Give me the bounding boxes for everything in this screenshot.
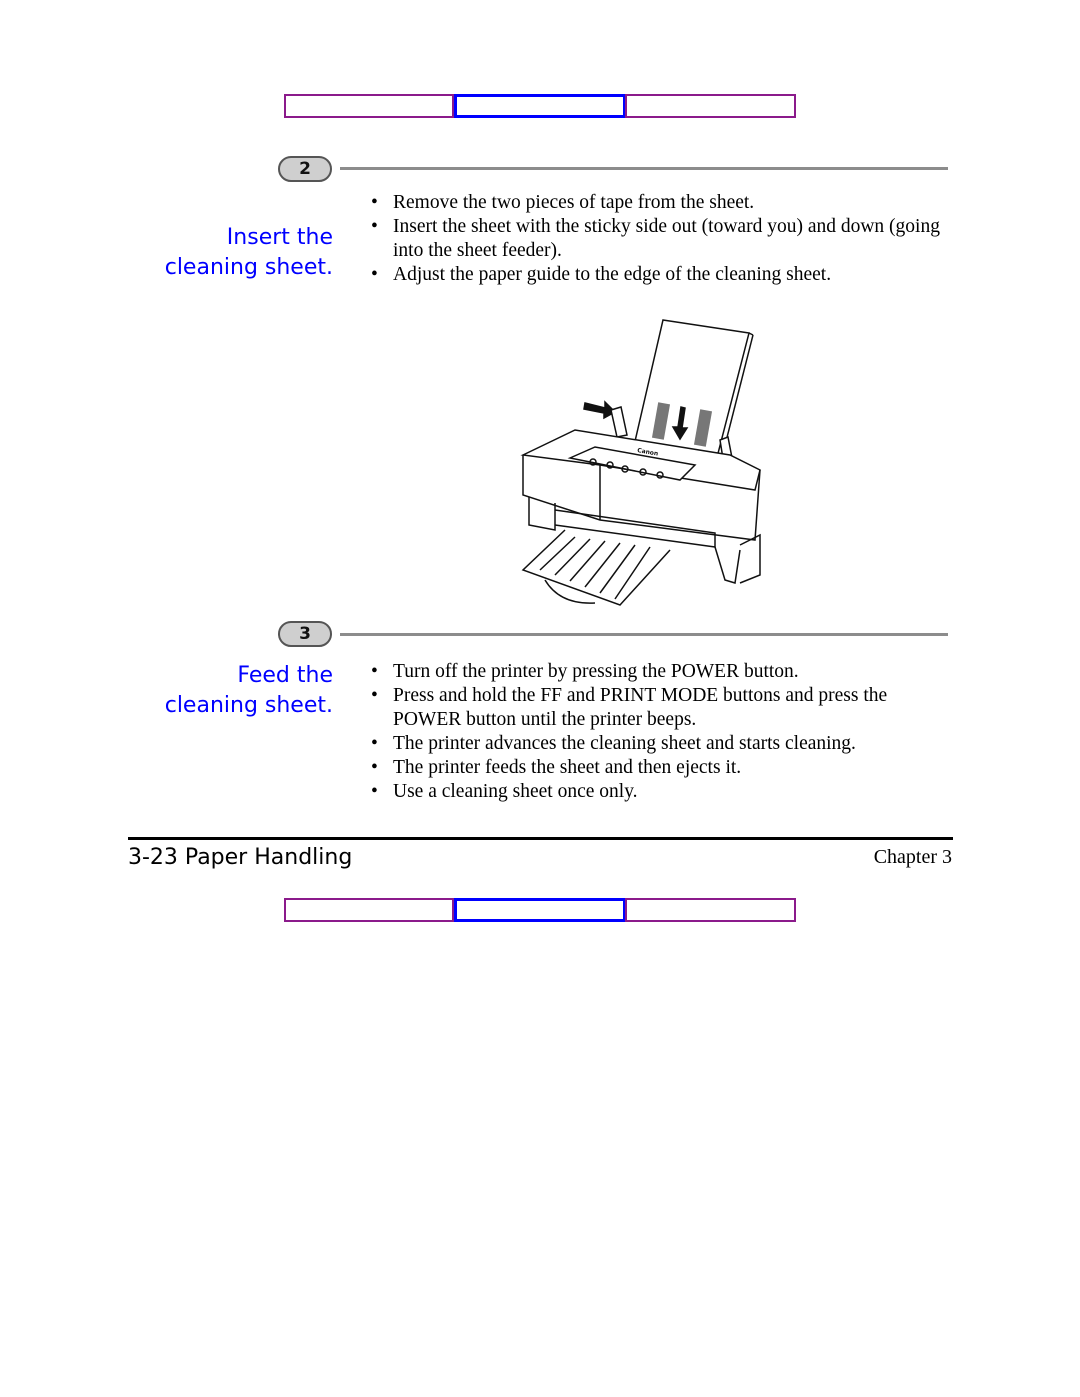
footer-rule <box>128 837 953 840</box>
step-2-heading-line1: Insert the <box>226 225 333 250</box>
list-item: Press and hold the FF and PRINT MODE but… <box>370 684 950 732</box>
list-item: Adjust the paper guide to the edge of th… <box>370 263 950 287</box>
step-2-heading: Insert the cleaning sheet. <box>165 223 333 283</box>
nav-home-button-bottom[interactable] <box>454 898 626 922</box>
list-item: Turn off the printer by pressing the POW… <box>370 660 950 684</box>
step-3-heading-line1: Feed the <box>237 663 333 688</box>
list-item: The printer advances the cleaning sheet … <box>370 732 950 756</box>
step-3-list: Turn off the printer by pressing the POW… <box>370 660 950 804</box>
step-2-heading-line2: cleaning sheet. <box>164 255 333 280</box>
nav-prev-button-bottom[interactable] <box>284 898 454 922</box>
footer-page-title: 3-23 Paper Handling <box>128 845 353 870</box>
footer-chapter: Chapter 3 <box>873 846 952 868</box>
nav-next-button[interactable] <box>625 94 796 118</box>
list-item: Remove the two pieces of tape from the s… <box>370 191 950 215</box>
nav-next-button-bottom[interactable] <box>625 898 796 922</box>
step-2-divider <box>340 167 948 170</box>
step-2-badge: 2 <box>278 156 332 182</box>
step-2-list: Remove the two pieces of tape from the s… <box>370 191 950 287</box>
list-item: Use a cleaning sheet once only. <box>370 780 950 804</box>
list-item: The printer feeds the sheet and then eje… <box>370 756 950 780</box>
step-3-badge: 3 <box>278 621 332 647</box>
step-3-heading: Feed the cleaning sheet. <box>165 661 333 721</box>
nav-home-button[interactable] <box>454 94 626 118</box>
nav-prev-button[interactable] <box>284 94 454 118</box>
step-3-heading-line2: cleaning sheet. <box>164 693 333 718</box>
list-item: Insert the sheet with the sticky side ou… <box>370 215 950 263</box>
printer-illustration: Canon <box>520 319 761 606</box>
step-3-divider <box>340 633 948 636</box>
